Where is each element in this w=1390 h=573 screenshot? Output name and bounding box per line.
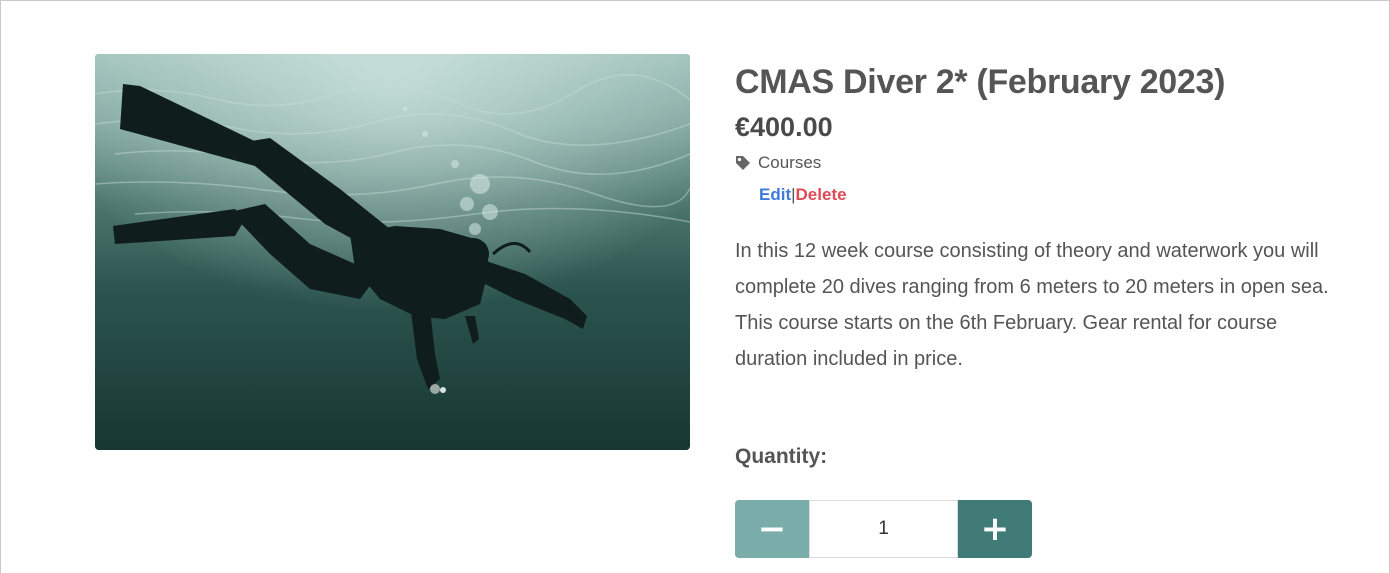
product-image bbox=[95, 54, 690, 450]
product-category[interactable]: Courses bbox=[735, 153, 1355, 173]
decrement-button[interactable]: − bbox=[735, 500, 809, 558]
tag-icon bbox=[736, 156, 750, 170]
admin-links: Edit|Delete bbox=[759, 185, 1355, 205]
category-label: Courses bbox=[758, 153, 822, 172]
delete-link[interactable]: Delete bbox=[796, 185, 847, 204]
product-title: CMAS Diver 2* (February 2023) bbox=[735, 63, 1226, 101]
product-details: CMAS Diver 2* (February 2023) €400.00 Co… bbox=[735, 60, 1355, 397]
product-price: €400.00 bbox=[735, 112, 833, 142]
quantity-stepper: − + bbox=[735, 500, 1032, 558]
diver-photo bbox=[95, 54, 690, 450]
increment-button[interactable]: + bbox=[958, 500, 1032, 558]
quantity-label: Quantity: bbox=[735, 445, 828, 468]
product-description: In this 12 week course consisting of the… bbox=[735, 240, 1329, 370]
quantity-input[interactable] bbox=[809, 500, 958, 558]
edit-link[interactable]: Edit bbox=[759, 185, 791, 204]
